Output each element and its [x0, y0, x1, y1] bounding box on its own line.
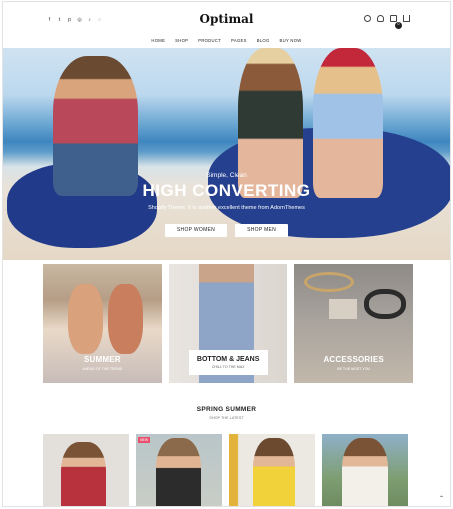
product-card[interactable]: NEW [136, 434, 222, 506]
category-summer-title: SUMMER [83, 355, 121, 364]
wishlist-bag-icon[interactable]: 0 [390, 15, 402, 29]
hero-title: HIGH CONVERTING [142, 181, 311, 200]
main-nav: HOME SHOP PRODUCT PAGES BLOG BUY NOW [3, 38, 450, 43]
category-bottom-jeans-label: BOTTOM & JEANS CHILL TO THE MAX [188, 350, 268, 375]
product-card[interactable] [229, 434, 315, 506]
nav-item-buy-now[interactable]: BUY NOW [280, 38, 302, 43]
header: f t p ◎ ♪ ◌ Optimal 0 HOME SHOP PRODUCT … [3, 2, 450, 48]
hero-subtitle: Simple, Clean [206, 172, 247, 179]
section-title: SPRING SUMMER [196, 406, 257, 413]
account-icon[interactable] [377, 15, 384, 22]
cart-icon[interactable] [403, 15, 410, 22]
page-frame: f t p ◎ ♪ ◌ Optimal 0 HOME SHOP PRODUCT … [2, 1, 451, 507]
product-card[interactable] [322, 434, 408, 506]
category-accessories[interactable]: ACCESSORIES BE THE MOST YOU [294, 264, 414, 383]
category-bottom-jeans[interactable]: BOTTOM & JEANS CHILL TO THE MAX [168, 264, 288, 383]
search-icon[interactable] [364, 15, 371, 22]
shop-women-button[interactable]: SHOP WOMEN [164, 224, 228, 237]
new-badge: NEW [138, 437, 151, 443]
product-card[interactable] [43, 434, 129, 506]
hero-banner: Simple, Clean HIGH CONVERTING Shopify Th… [3, 48, 450, 260]
header-icons: 0 [364, 15, 410, 29]
scroll-to-top-icon[interactable]: ⌃ [439, 495, 444, 502]
nav-item-blog[interactable]: BLOG [257, 38, 270, 43]
nav-item-home[interactable]: HOME [151, 38, 165, 43]
category-summer-subtitle: AHEAD OF THE TREND [82, 367, 123, 371]
nav-item-pages[interactable]: PAGES [231, 38, 247, 43]
cart-count-badge: 0 [395, 22, 402, 29]
hero-buttons: SHOP WOMEN SHOP MEN [3, 224, 450, 237]
category-accessories-title: ACCESSORIES [323, 355, 384, 364]
category-accessories-subtitle: BE THE MOST YOU [337, 367, 371, 371]
nav-item-shop[interactable]: SHOP [175, 38, 188, 43]
product-grid: NEW [43, 434, 413, 506]
hero-description: Shopify Theme, it is another excellent t… [148, 205, 305, 211]
category-summer[interactable]: SUMMER AHEAD OF THE TREND [43, 264, 162, 383]
category-grid: SUMMER AHEAD OF THE TREND BOTTOM & JEANS… [43, 264, 414, 383]
category-bottom-jeans-subtitle: CHILL TO THE MAX [211, 365, 245, 369]
shop-men-button[interactable]: SHOP MEN [235, 224, 289, 237]
section-subtitle: SHOP THE LATEST [209, 416, 244, 420]
nav-item-product[interactable]: PRODUCT [198, 38, 221, 43]
category-bottom-jeans-title: BOTTOM & JEANS [196, 356, 260, 363]
